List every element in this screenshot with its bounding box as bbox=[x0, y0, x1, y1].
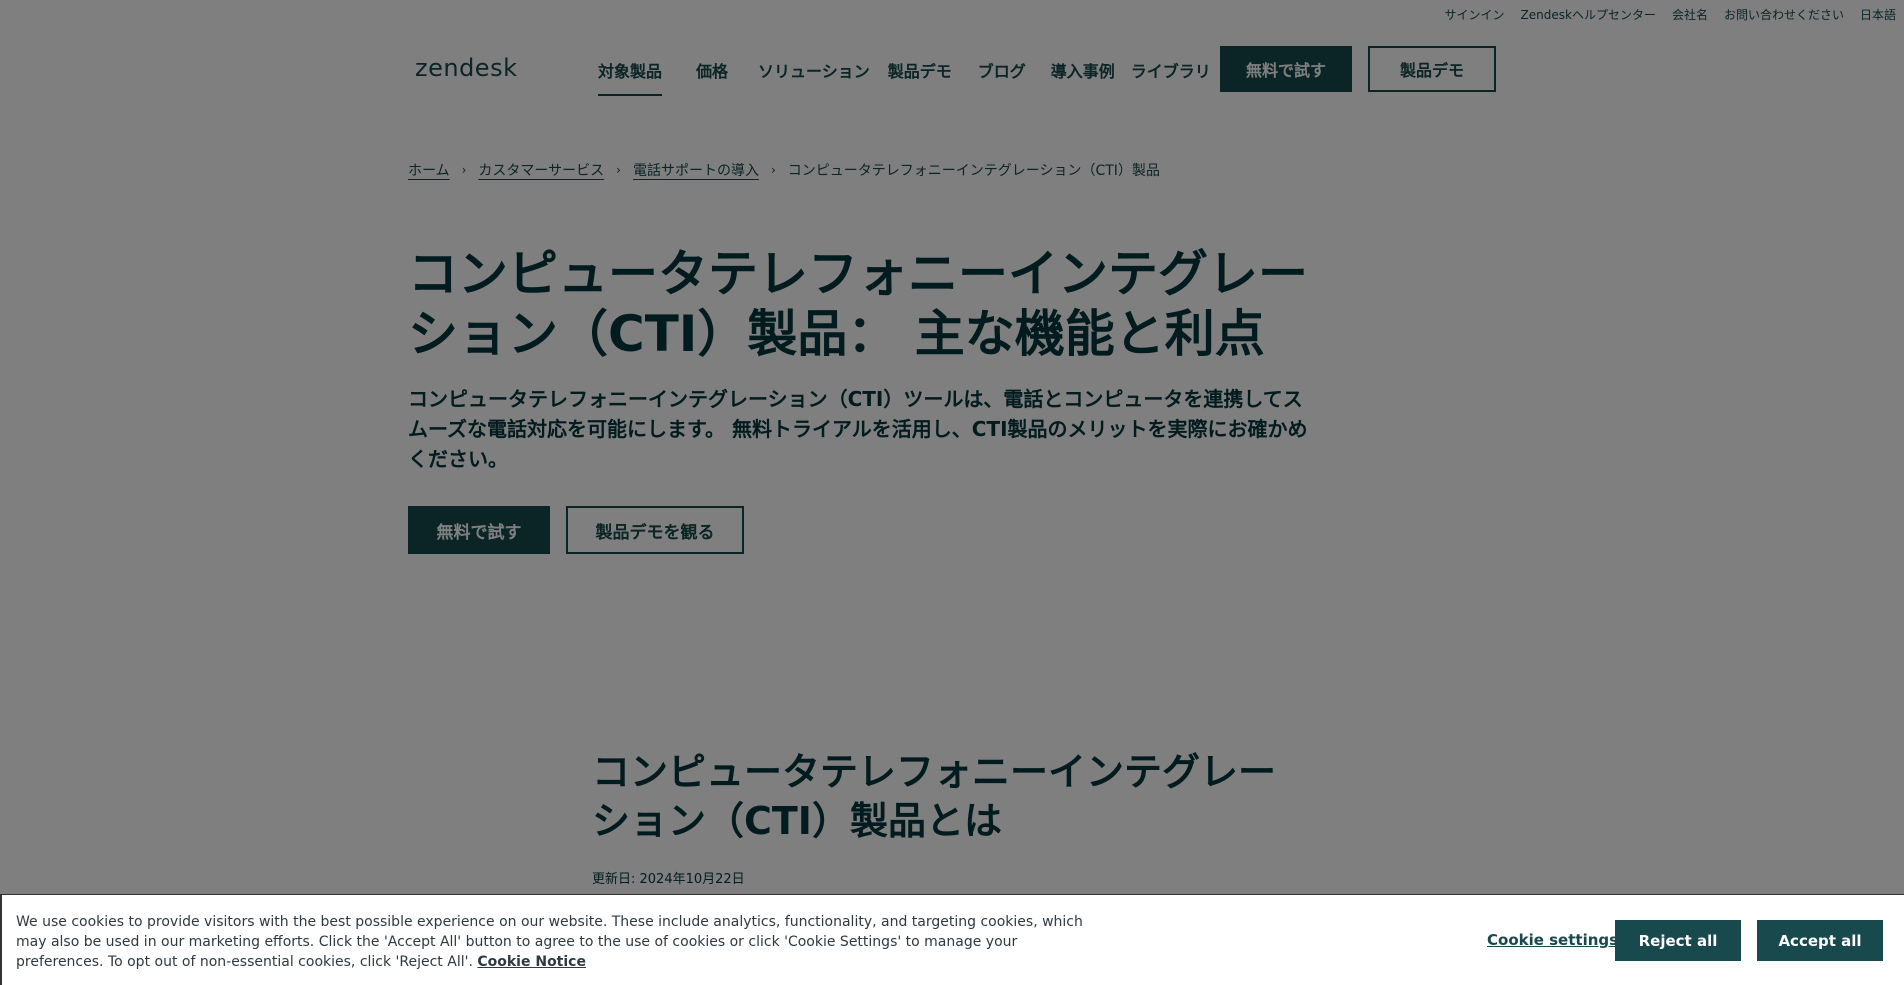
cookie-banner: We use cookies to provide visitors with … bbox=[0, 894, 1904, 985]
cookie-settings-button[interactable]: Cookie settings bbox=[1487, 931, 1618, 949]
accept-all-button[interactable]: Accept all bbox=[1757, 920, 1883, 961]
reject-all-button[interactable]: Reject all bbox=[1615, 920, 1741, 961]
modal-overlay bbox=[0, 0, 1904, 985]
cookie-notice-link[interactable]: Cookie Notice bbox=[477, 954, 586, 970]
cookie-text: We use cookies to provide visitors with … bbox=[16, 912, 1096, 972]
